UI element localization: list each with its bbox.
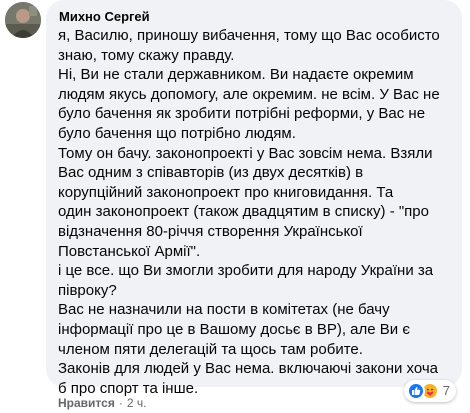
comment-line: Законів для людей у Вас нема. включаючі …: [58, 360, 439, 378]
comment-line: Вас одним з співавторів (из двух десяткі…: [58, 164, 364, 182]
comment-text: я, Василю, приношу вибачення, тому що Ва…: [58, 26, 450, 398]
comment-bubble: Михно Сергей я, Василю, приношу вибаченн…: [46, 0, 462, 397]
like-icon: [406, 382, 425, 400]
comment-line: було бачення що потрібно людям.: [58, 124, 296, 142]
like-button[interactable]: Нравится: [58, 396, 115, 410]
comment-line: знаю, тому скажу правду.: [58, 46, 235, 64]
comment-line: Повстанської Армії".: [58, 242, 201, 260]
comment: Михно Сергей я, Василю, приношу вибаченн…: [0, 0, 470, 413]
comment-timestamp[interactable]: 2 ч.: [127, 396, 147, 410]
comment-line: інформації про це в Вашому досьє в ВР), …: [58, 320, 410, 338]
comment-line: півроку?: [58, 281, 117, 299]
comment-line: Вас не назначили на пости в комітетах (н…: [58, 301, 390, 319]
comment-author[interactable]: Михно Сергей: [59, 8, 450, 25]
avatar-photo: [5, 2, 41, 38]
comment-line: корупційний законопроект про книговиданн…: [58, 183, 394, 201]
comment-actions: Нравится · 2 ч.: [58, 396, 146, 410]
comment-line: членом пяти делегацій та щось там робите…: [58, 340, 363, 358]
comment-line: Тому он бачу. законопроекті у Вас зовсім…: [58, 144, 433, 162]
comment-line: було бачення як зробити потрібні реформи…: [58, 105, 426, 123]
comment-line: я, Василю, приношу вибачення, тому що Ва…: [58, 27, 440, 44]
separator-dot: ·: [118, 396, 123, 410]
reactions-summary[interactable]: 7: [403, 380, 456, 402]
comment-line: Ні, Ви не стали державником. Ви надаєте …: [58, 66, 414, 84]
comment-line: відзначення 80-річчя створення Українськ…: [58, 222, 363, 240]
comment-line: один законопроект (також двадцятим в спи…: [58, 203, 429, 221]
comment-line: людям якусь допомогу, але окремим. не вс…: [58, 85, 440, 103]
comment-line: і це все. що Ви змогли зробити для народ…: [58, 262, 434, 280]
reaction-count: 7: [442, 383, 450, 398]
avatar[interactable]: [5, 2, 41, 38]
